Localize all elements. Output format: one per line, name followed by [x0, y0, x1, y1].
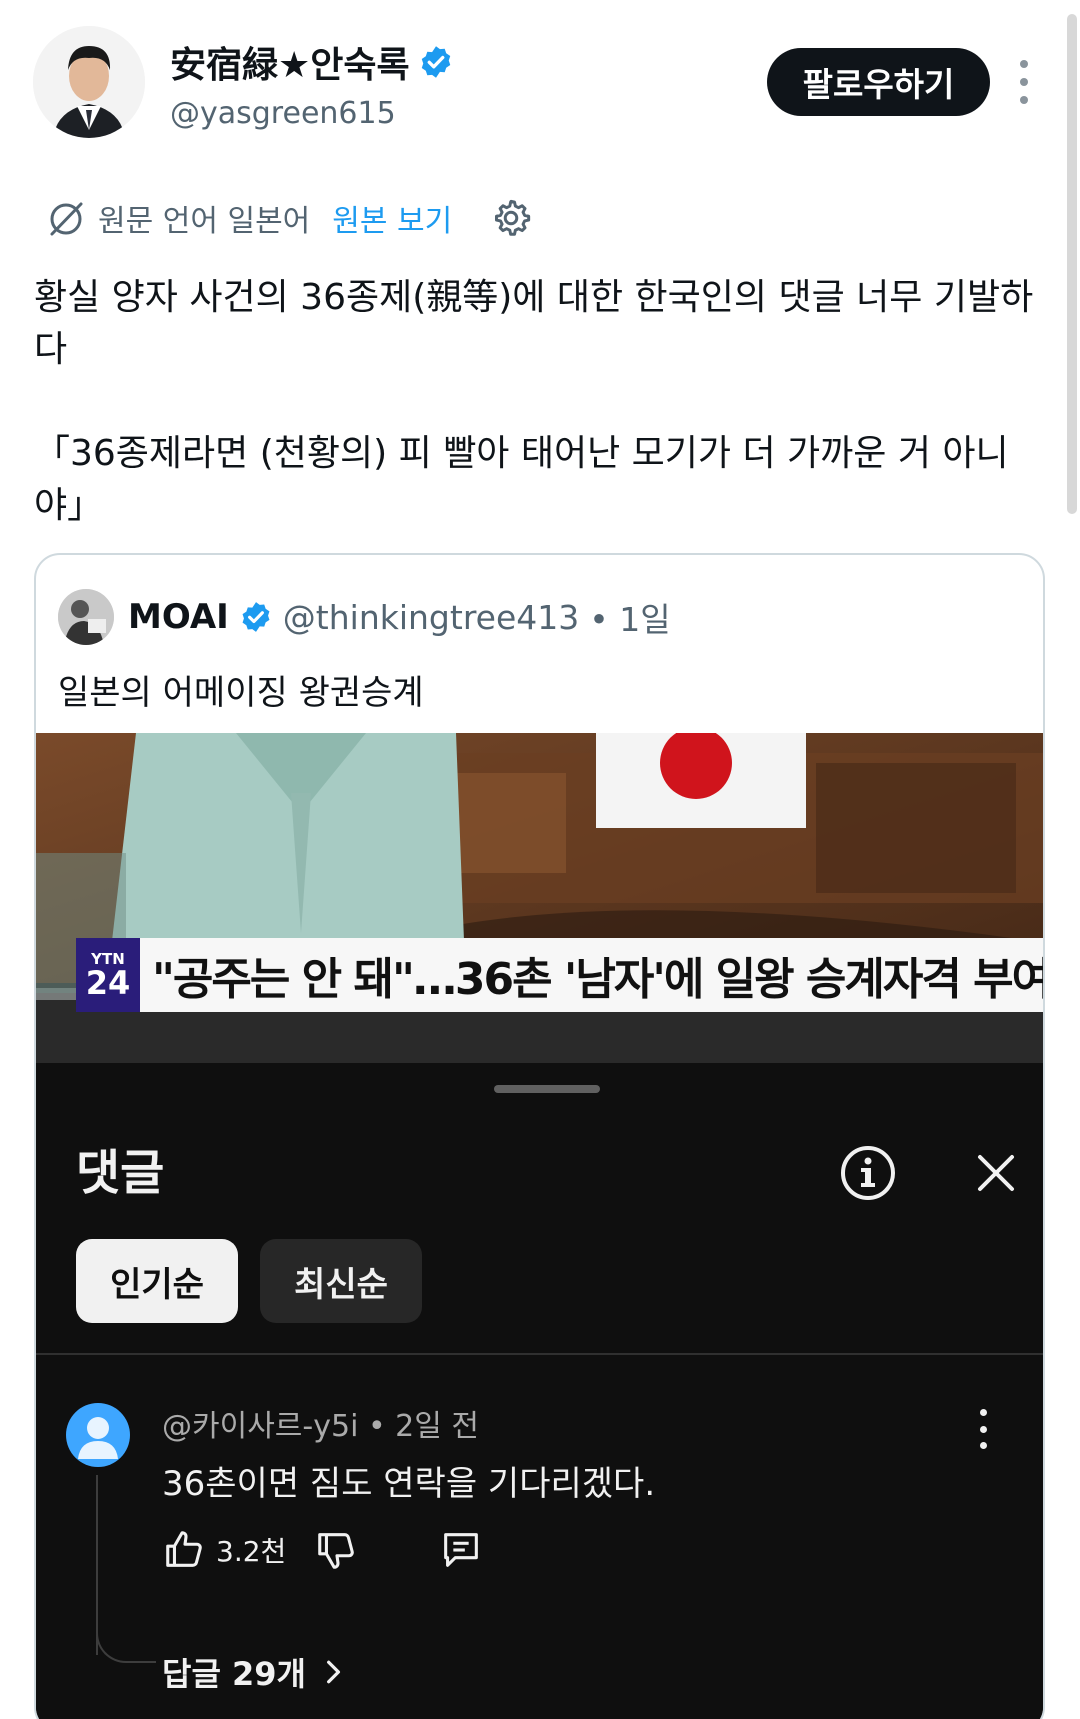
news-headline-bar: YTN 24 "공주는 안 돼"…36촌 '남자'에 일왕 승계자격 부여	[76, 938, 1045, 1012]
thread-connector	[96, 1623, 156, 1663]
tweet-text: 황실 양자 사건의 36종제(親等)에 대한 한국인의 댓글 너무 기발하다 「…	[34, 272, 1044, 532]
news-broadcast-scene: YTN 24 "공주는 안 돼"…36촌 '남자'에 일왕 승계자격 부여	[36, 733, 1045, 1063]
quoted-author-name[interactable]: MOAI	[128, 597, 229, 637]
view-original-link[interactable]: 원본 보기	[332, 196, 452, 240]
quoted-tweet-header: MOAI @thinkingtree413 • 1일	[58, 589, 671, 645]
quoted-media-image[interactable]: YTN 24 "공주는 안 돼"…36촌 '남자'에 일왕 승계자격 부여 댓글	[36, 733, 1045, 1719]
chevron-right-icon	[327, 1660, 341, 1684]
quoted-author-handle[interactable]: @thinkingtree413	[283, 598, 579, 637]
translate-icon	[50, 202, 83, 236]
verified-badge-icon	[421, 46, 450, 78]
reply-comment-icon[interactable]	[438, 1527, 484, 1573]
ytn24-logo: YTN 24	[76, 938, 140, 1012]
info-icon[interactable]	[838, 1143, 898, 1203]
translation-note: 원문 언어 일본어	[98, 204, 311, 239]
author-display-name[interactable]: 安宿緑★안숙록	[170, 36, 454, 88]
comments-panel: 댓글 인기순 최신순 @카이사르-y5i • 2일 전 36촌이면 짐도 연락을…	[36, 1063, 1043, 1719]
quoted-tweet-card[interactable]: MOAI @thinkingtree413 • 1일 일본의 어메이징 왕권승계	[34, 553, 1045, 1719]
broadcast-background	[36, 733, 1043, 1063]
comment-author[interactable]: @카이사르-y5i	[162, 1409, 358, 1444]
verified-badge-icon	[242, 602, 270, 632]
page-scrollbar[interactable]	[1067, 14, 1077, 514]
replies-label: 답글 29개	[162, 1655, 306, 1693]
commenter-avatar[interactable]	[66, 1403, 130, 1467]
drag-handle[interactable]	[494, 1085, 600, 1093]
comments-panel-title: 댓글	[76, 1145, 165, 1201]
comment-text: 36촌이면 짐도 연락을 기다리겠다.	[162, 1464, 656, 1504]
quoted-tweet-text: 일본의 어메이징 왕권승계	[58, 673, 424, 713]
channel-logo-bottom: 24	[85, 964, 131, 1002]
author-handle[interactable]: @yasgreen615	[170, 96, 396, 131]
tweet-paragraph: 「36종제라면 (천황의) 피 빨아 태어난 모기가 더 가까운 거 아니야」	[34, 433, 1009, 526]
comment-meta: @카이사르-y5i • 2일 전	[162, 1401, 479, 1445]
comment-actions: 3.2천	[162, 1525, 484, 1575]
comment-more-icon[interactable]	[976, 1409, 990, 1449]
thumbs-down-icon[interactable]	[314, 1527, 360, 1573]
panel-divider	[36, 1353, 1043, 1355]
author-name-text: 安宿緑★안숙록	[170, 45, 410, 86]
like-count: 3.2천	[216, 1535, 287, 1568]
quoted-author-avatar[interactable]	[58, 589, 114, 645]
quoted-tweet-time: • 1일	[589, 600, 671, 639]
author-avatar[interactable]	[33, 26, 145, 138]
sort-chip-latest[interactable]: 최신순	[260, 1239, 422, 1323]
tweet-paragraph: 황실 양자 사건의 36종제(親等)에 대한 한국인의 댓글 너무 기발하다	[34, 277, 1034, 370]
sort-chip-popular[interactable]: 인기순	[76, 1239, 238, 1323]
avatar-photo	[33, 26, 145, 138]
news-headline-text: "공주는 안 돼"…36촌 '남자'에 일왕 승계자격 부여	[152, 954, 1045, 1005]
comment-time: • 2일 전	[367, 1409, 480, 1444]
quoted-avatar-photo	[58, 589, 114, 645]
follow-button[interactable]: 팔로우하기	[767, 48, 990, 116]
close-icon[interactable]	[974, 1151, 1018, 1195]
translation-bar: 원문 언어 일본어 원본 보기	[44, 196, 532, 240]
thumbs-up-icon[interactable]	[162, 1527, 208, 1573]
default-user-icon	[78, 1417, 118, 1459]
settings-gear-icon[interactable]	[490, 197, 532, 239]
view-replies-link[interactable]: 답글 29개	[162, 1649, 346, 1695]
more-options-icon[interactable]	[1012, 60, 1036, 104]
